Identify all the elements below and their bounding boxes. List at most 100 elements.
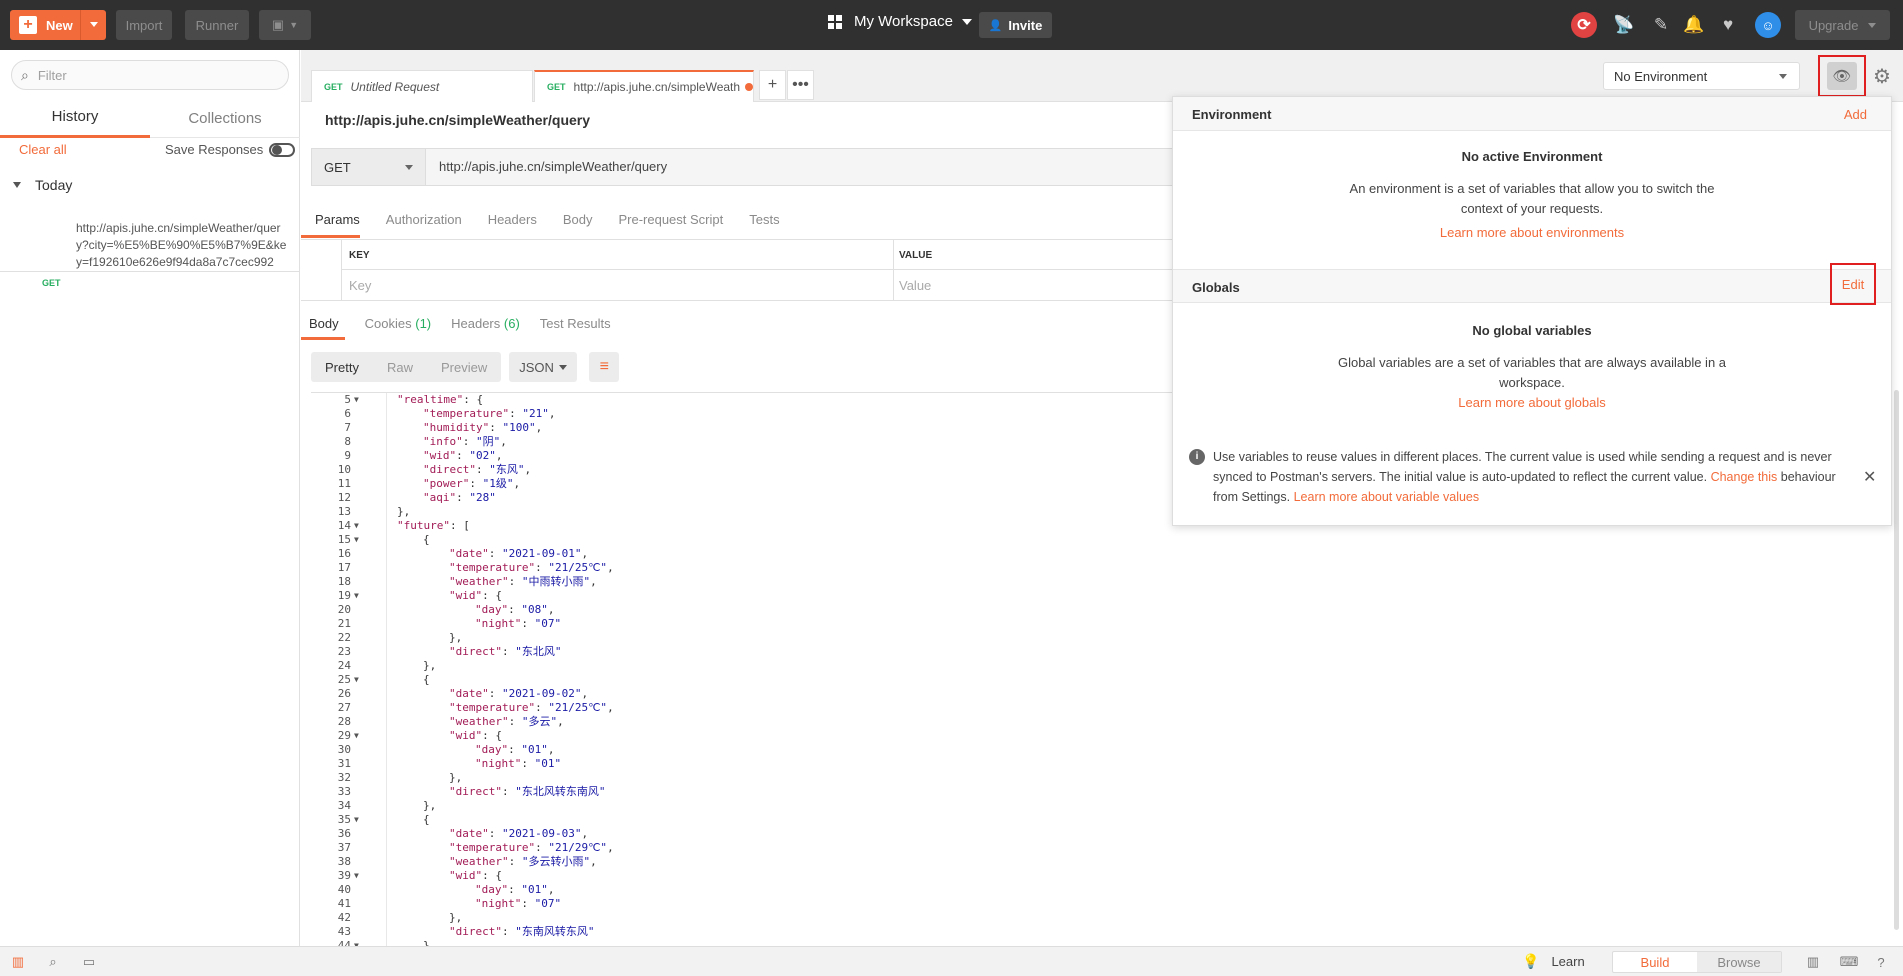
fold-caret-icon[interactable]: ▼ — [354, 589, 359, 603]
new-tab-plus-icon[interactable]: + — [759, 70, 786, 100]
add-environment-link[interactable]: Add — [1844, 107, 1867, 122]
tab-response-body[interactable]: Body — [301, 312, 345, 340]
code-text: "wid": "02", — [423, 449, 503, 462]
url-input[interactable]: http://apis.juhe.cn/simpleWeather/query — [439, 159, 667, 174]
environment-select[interactable]: No Environment — [1603, 62, 1800, 90]
close-icon[interactable]: ✕ — [1863, 467, 1876, 487]
avatar[interactable]: ☺ — [1755, 12, 1781, 38]
fold-caret-icon[interactable]: ▼ — [354, 939, 359, 946]
code-text: { — [423, 533, 430, 546]
find-icon[interactable]: ⌕ — [44, 953, 62, 971]
bell-icon[interactable]: 🔔 — [1681, 12, 1707, 38]
edit-globals-label: Edit — [1841, 276, 1865, 292]
code-line: 23 "direct": "东北风" — [311, 645, 1876, 659]
view-pretty[interactable]: Pretty — [311, 352, 373, 382]
view-mode-group: Pretty Raw Preview — [311, 352, 502, 382]
fold-caret-icon[interactable]: ▼ — [354, 813, 359, 827]
params-header: KEY VALUE — [341, 240, 1181, 270]
invite-button[interactable]: 👤 Invite — [979, 12, 1052, 38]
tab-pre-request-script[interactable]: Pre-request Script — [618, 208, 723, 238]
new-dropdown-caret-icon[interactable] — [90, 22, 98, 27]
code-line: 22}, — [311, 631, 1876, 645]
sync-icon[interactable]: ⟳ — [1571, 12, 1597, 38]
toggle-sidebar-icon[interactable]: ▥ — [9, 953, 27, 971]
wrap-lines-icon[interactable]: ≡ — [589, 352, 620, 382]
tab-headers[interactable]: Headers — [488, 208, 537, 238]
tab-weather-request[interactable]: GET http://apis.juhe.cn/simpleWeath — [534, 70, 754, 102]
format-select[interactable]: JSON — [509, 352, 578, 382]
browse-mode-button[interactable]: Browse — [1697, 952, 1781, 972]
import-button[interactable]: Import — [116, 10, 172, 40]
tab-untitled-request[interactable]: GET Untitled Request — [311, 70, 533, 102]
build-mode-button[interactable]: Build — [1613, 952, 1697, 972]
line-number: 15 — [337, 533, 351, 546]
code-text: "power": "1级", — [423, 477, 521, 490]
learn-environments-link[interactable]: Learn more about environments — [1173, 225, 1891, 240]
code-line: 33 "direct": "东北风转东南风" — [311, 785, 1876, 799]
two-pane-icon[interactable]: ▥ — [1804, 953, 1822, 971]
line-number: 16 — [337, 547, 351, 560]
search-icon: ⌕ — [21, 66, 29, 83]
fold-caret-icon[interactable]: ▼ — [354, 729, 359, 743]
globals-description-2: workspace. — [1499, 375, 1565, 390]
edit-globals-button[interactable]: Edit — [1830, 263, 1876, 305]
code-text: "weather": "多云", — [449, 715, 564, 728]
runner-button[interactable]: Runner — [185, 10, 249, 40]
param-key-input[interactable]: Key — [349, 278, 371, 293]
help-icon[interactable]: ? — [1872, 953, 1890, 971]
fold-caret-icon[interactable]: ▼ — [354, 393, 359, 407]
tab-history[interactable]: History — [0, 98, 150, 138]
code-line: 35 ▼ { — [311, 813, 1876, 827]
fold-caret-icon[interactable]: ▼ — [354, 533, 359, 547]
save-responses-toggle[interactable]: Save Responses — [165, 142, 296, 157]
fold-caret-icon[interactable]: ▼ — [354, 673, 359, 687]
tab-params[interactable]: Params — [301, 208, 360, 238]
clear-all-link[interactable]: Clear all — [19, 142, 67, 157]
change-this-link[interactable]: Change this — [1711, 470, 1778, 484]
code-line: 31 "night": "01" — [311, 757, 1876, 771]
save-responses-label: Save Responses — [165, 142, 264, 157]
console-icon[interactable]: ▭ — [80, 953, 98, 971]
tab-collections[interactable]: Collections — [150, 98, 300, 138]
upgrade-button[interactable]: Upgrade — [1795, 10, 1890, 40]
learn-globals-link[interactable]: Learn more about globals — [1173, 395, 1891, 410]
gear-icon[interactable]: ⚙ — [1868, 62, 1896, 90]
method-value: GET — [324, 159, 351, 175]
learn-button[interactable]: 💡 Learn — [1522, 953, 1585, 970]
satellite-icon[interactable]: 📡 — [1611, 12, 1637, 38]
tab-authorization[interactable]: Authorization — [386, 208, 462, 238]
tab-cookies[interactable]: Cookies (1) — [365, 312, 431, 340]
method-select[interactable]: GET — [312, 149, 426, 185]
line-number: 41 — [337, 897, 351, 910]
filter-input[interactable]: ⌕ Filter — [11, 60, 289, 90]
environment-description-1: An environment is a set of variables tha… — [1349, 181, 1715, 196]
fold-caret-icon[interactable]: ▼ — [354, 869, 359, 883]
tab-test-results[interactable]: Test Results — [540, 312, 611, 340]
history-group-today[interactable]: Today — [13, 177, 72, 193]
keyboard-icon[interactable]: ⌨ — [1840, 953, 1859, 971]
view-raw[interactable]: Raw — [373, 352, 427, 382]
code-line: 34}, — [311, 799, 1876, 813]
tab-response-headers[interactable]: Headers (6) — [451, 312, 520, 340]
code-line: 21 "night": "07" — [311, 617, 1876, 631]
tab-body[interactable]: Body — [563, 208, 593, 238]
learn-label: Learn — [1551, 954, 1585, 969]
code-text: "humidity": "100", — [423, 421, 543, 434]
new-button[interactable]: + New — [10, 10, 106, 40]
interceptor-icon[interactable]: ✎ — [1648, 12, 1674, 38]
fold-caret-icon[interactable]: ▼ — [354, 519, 359, 533]
tab-tests[interactable]: Tests — [749, 208, 779, 238]
code-text: }, — [449, 631, 463, 644]
heart-icon[interactable]: ♥ — [1715, 12, 1741, 38]
more-tabs-icon[interactable]: ••• — [787, 70, 814, 100]
line-number: 40 — [337, 883, 351, 896]
new-window-button[interactable]: ▣ ▼ — [259, 10, 311, 40]
view-preview[interactable]: Preview — [427, 352, 501, 382]
learn-variable-values-link[interactable]: Learn more about variable values — [1294, 490, 1480, 504]
history-item[interactable]: GET http://apis.juhe.cn/simpleWeather/qu… — [0, 202, 300, 288]
environment-quick-look-button[interactable]: 👁 — [1818, 55, 1866, 97]
response-scrollbar[interactable] — [1894, 390, 1899, 930]
param-value-input[interactable]: Value — [899, 278, 931, 293]
toggle-switch[interactable] — [269, 142, 296, 157]
workspace-switcher[interactable]: My Workspace — [828, 13, 972, 30]
